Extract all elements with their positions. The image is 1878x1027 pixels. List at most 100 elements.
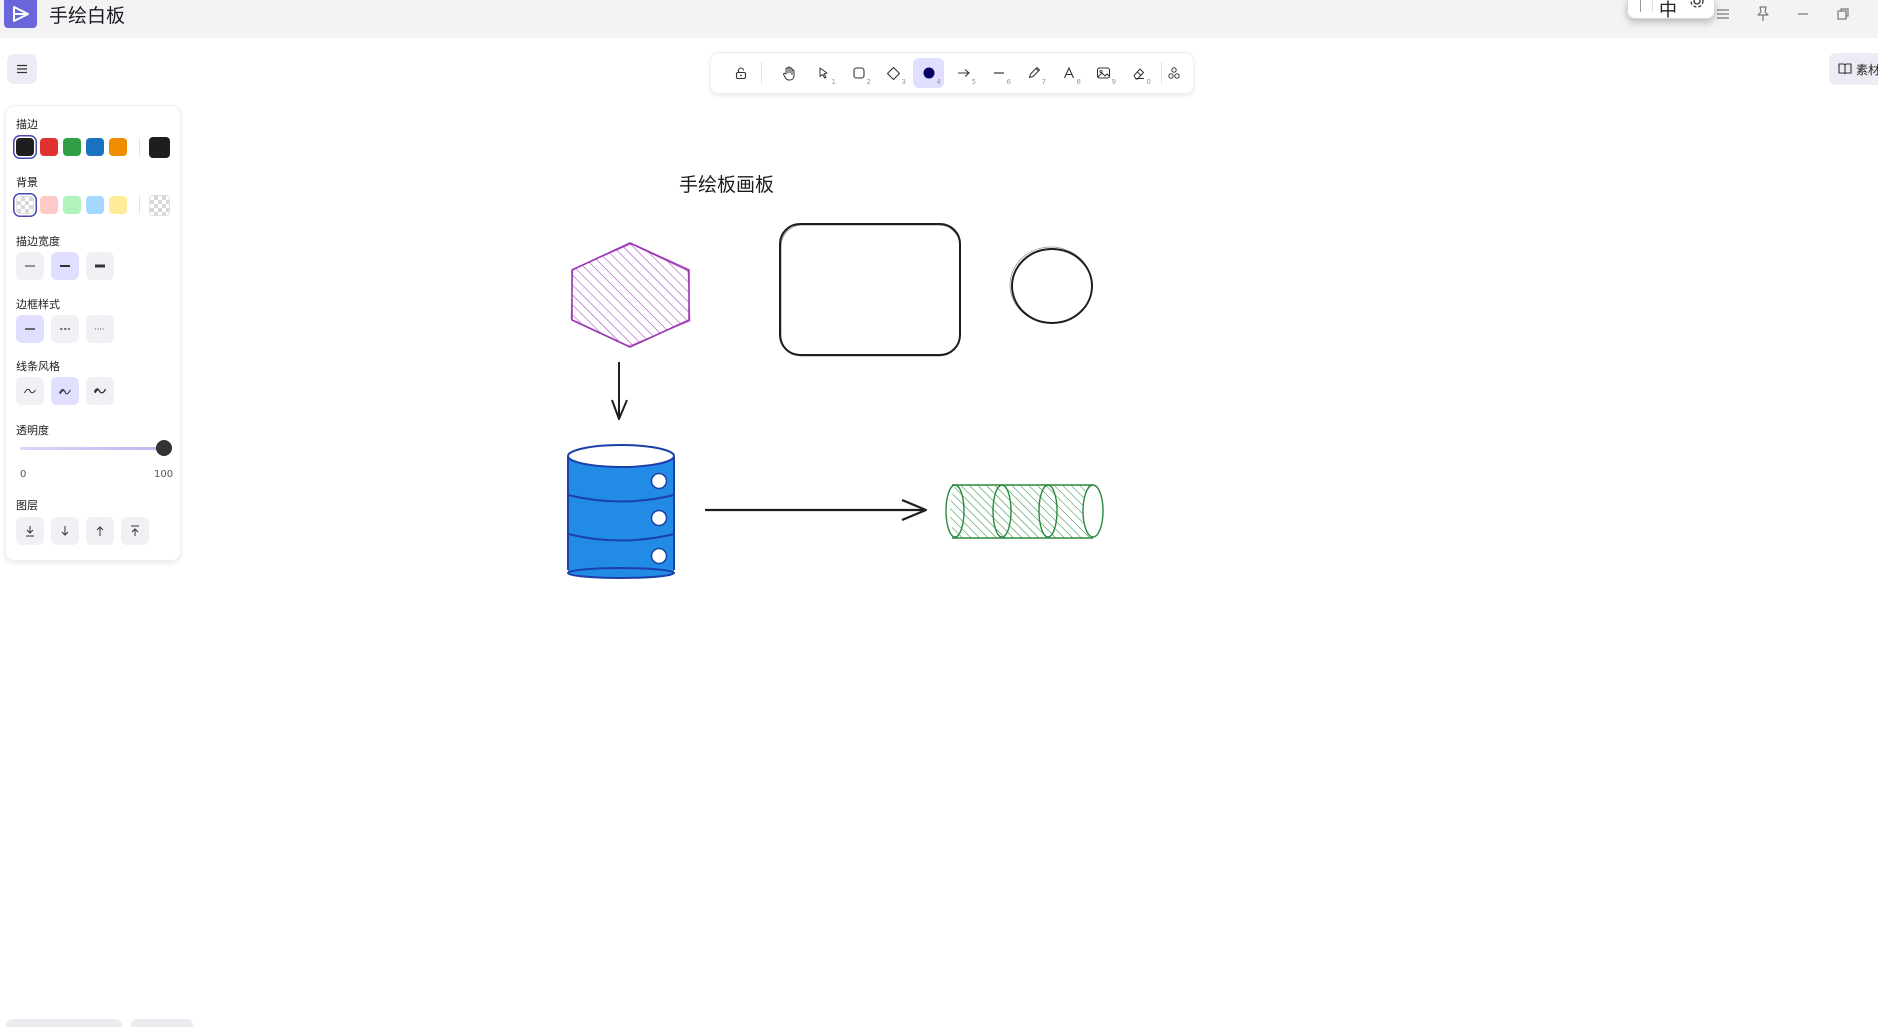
- opacity-max-label: 100: [154, 469, 174, 480]
- eraser-icon: [1133, 68, 1144, 80]
- opacity-min-label: 0: [20, 469, 27, 480]
- stroke-color-orange[interactable]: [109, 138, 127, 156]
- tool-selection[interactable]: 1: [808, 58, 839, 88]
- library-label: 素材: [1856, 63, 1878, 77]
- tool-line[interactable]: 6: [983, 58, 1014, 88]
- shortcut-label: 4: [936, 78, 941, 86]
- hamburger-icon: [17, 64, 27, 74]
- background-current-color[interactable]: [149, 195, 170, 216]
- sloppiness-cartoonist[interactable]: [86, 377, 114, 405]
- background-color-yellow[interactable]: [109, 196, 127, 214]
- tool-image[interactable]: 9: [1088, 58, 1119, 88]
- dotted-line-icon: [95, 328, 105, 330]
- drawing-canvas[interactable]: [0, 0, 1878, 1025]
- title-bar: 手绘白板: [0, 0, 1878, 38]
- shortcut-label: 9: [1111, 78, 1116, 86]
- sloppiness-label: 线条风格: [16, 360, 60, 373]
- zoom-controls[interactable]: [6, 1019, 122, 1027]
- stroke-style-dashed[interactable]: [51, 315, 79, 343]
- hexagon-shape[interactable]: [570, 242, 691, 348]
- bold-line-icon: [60, 265, 70, 267]
- tool-lock[interactable]: [725, 58, 756, 88]
- rough-curve-icon: [93, 388, 107, 394]
- ime-settings-icon[interactable]: [1688, 0, 1706, 15]
- arrow-right-icon: [958, 69, 970, 77]
- stroke-width-thin[interactable]: [16, 252, 44, 280]
- background-color-pink[interactable]: [40, 196, 58, 214]
- background-color-transparent[interactable]: [16, 196, 34, 214]
- stroke-color-black[interactable]: [16, 138, 34, 156]
- shortcut-label: 1: [831, 78, 836, 86]
- send-backward-button[interactable]: [51, 517, 79, 545]
- pencil-icon: [1028, 67, 1040, 78]
- rounded-rectangle-shape[interactable]: [779, 223, 961, 357]
- pin-icon[interactable]: [1748, 3, 1778, 25]
- ime-cursor-icon: [1640, 0, 1641, 12]
- stroke-current-color[interactable]: [149, 137, 170, 158]
- shape-toolbar: 1 2 3 4 5 6 7 8 9 0: [711, 53, 1193, 93]
- tool-rectangle[interactable]: 2: [843, 58, 874, 88]
- bring-to-front-button[interactable]: [121, 517, 149, 545]
- dashed-line-icon: [60, 328, 70, 330]
- shortcut-label: 5: [971, 78, 976, 86]
- undo-redo-controls[interactable]: [131, 1019, 193, 1027]
- shortcut-label: 8: [1076, 78, 1081, 86]
- background-color-blue[interactable]: [86, 196, 104, 214]
- minimize-icon[interactable]: [1788, 3, 1818, 25]
- stroke-color-red[interactable]: [40, 138, 58, 156]
- opacity-slider-thumb[interactable]: [156, 440, 172, 456]
- ime-toolbar: 中: [1627, 0, 1715, 22]
- image-icon: [1096, 67, 1111, 79]
- tool-ellipse[interactable]: 4: [913, 58, 944, 88]
- send-to-back-icon: [26, 526, 34, 537]
- send-to-back-button[interactable]: [16, 517, 44, 545]
- stroke-label: 描边: [16, 118, 38, 131]
- hand-icon: [782, 66, 794, 81]
- shortcut-label: 2: [866, 78, 871, 86]
- sloppiness-artist[interactable]: [51, 377, 79, 405]
- opacity-slider-track[interactable]: [20, 447, 170, 450]
- layers-label: 图层: [16, 499, 38, 512]
- library-button[interactable]: 素材: [1829, 53, 1878, 85]
- circle-shape[interactable]: [1009, 246, 1093, 324]
- tool-arrow[interactable]: 5: [948, 58, 979, 88]
- swatch-divider: [139, 138, 140, 156]
- stroke-color-green[interactable]: [63, 138, 81, 156]
- stroke-style-dotted[interactable]: [86, 315, 114, 343]
- cylinder-shape[interactable]: [945, 484, 1104, 539]
- properties-panel: 描边 背景 描边宽度 边框样式 线条风格 透明度 0 100 图层: [6, 106, 180, 560]
- database-shape[interactable]: [567, 444, 675, 579]
- shortcut-label: 0: [1146, 78, 1151, 86]
- tool-text[interactable]: 8: [1053, 58, 1084, 88]
- stroke-width-extra-bold[interactable]: [86, 252, 114, 280]
- wavy-curve-icon: [59, 389, 71, 395]
- down-arrow-connector[interactable]: [611, 362, 628, 420]
- extra-bold-line-icon: [95, 264, 105, 268]
- app-logo-icon: [4, 0, 37, 28]
- line-icon: [993, 72, 1004, 74]
- canvas-text-title[interactable]: 手绘板画板: [679, 170, 774, 197]
- stroke-width-bold[interactable]: [51, 252, 79, 280]
- text-icon: [1063, 66, 1074, 79]
- tool-draw[interactable]: 7: [1018, 58, 1049, 88]
- background-color-green[interactable]: [63, 196, 81, 214]
- send-backward-icon: [61, 526, 69, 536]
- tool-hand[interactable]: [773, 58, 804, 88]
- stroke-color-blue[interactable]: [86, 138, 104, 156]
- stroke-style-solid[interactable]: [16, 315, 44, 343]
- tool-eraser[interactable]: 0: [1123, 58, 1154, 88]
- ime-mode-button[interactable]: 中: [1659, 0, 1677, 22]
- swatch-divider: [139, 196, 140, 214]
- sloppiness-architect[interactable]: [16, 377, 44, 405]
- shortcut-label: 6: [1006, 78, 1011, 86]
- opacity-label: 透明度: [16, 424, 49, 437]
- main-menu-button[interactable]: [7, 54, 37, 84]
- toolbar-divider: [761, 62, 762, 84]
- restore-icon[interactable]: [1828, 3, 1858, 25]
- tool-extra[interactable]: [1158, 58, 1189, 88]
- right-arrow-connector[interactable]: [705, 498, 928, 522]
- bring-forward-button[interactable]: [86, 517, 114, 545]
- tool-diamond[interactable]: 3: [878, 58, 909, 88]
- shapes-extra-icon: [1167, 67, 1180, 79]
- solid-line-icon: [25, 328, 35, 330]
